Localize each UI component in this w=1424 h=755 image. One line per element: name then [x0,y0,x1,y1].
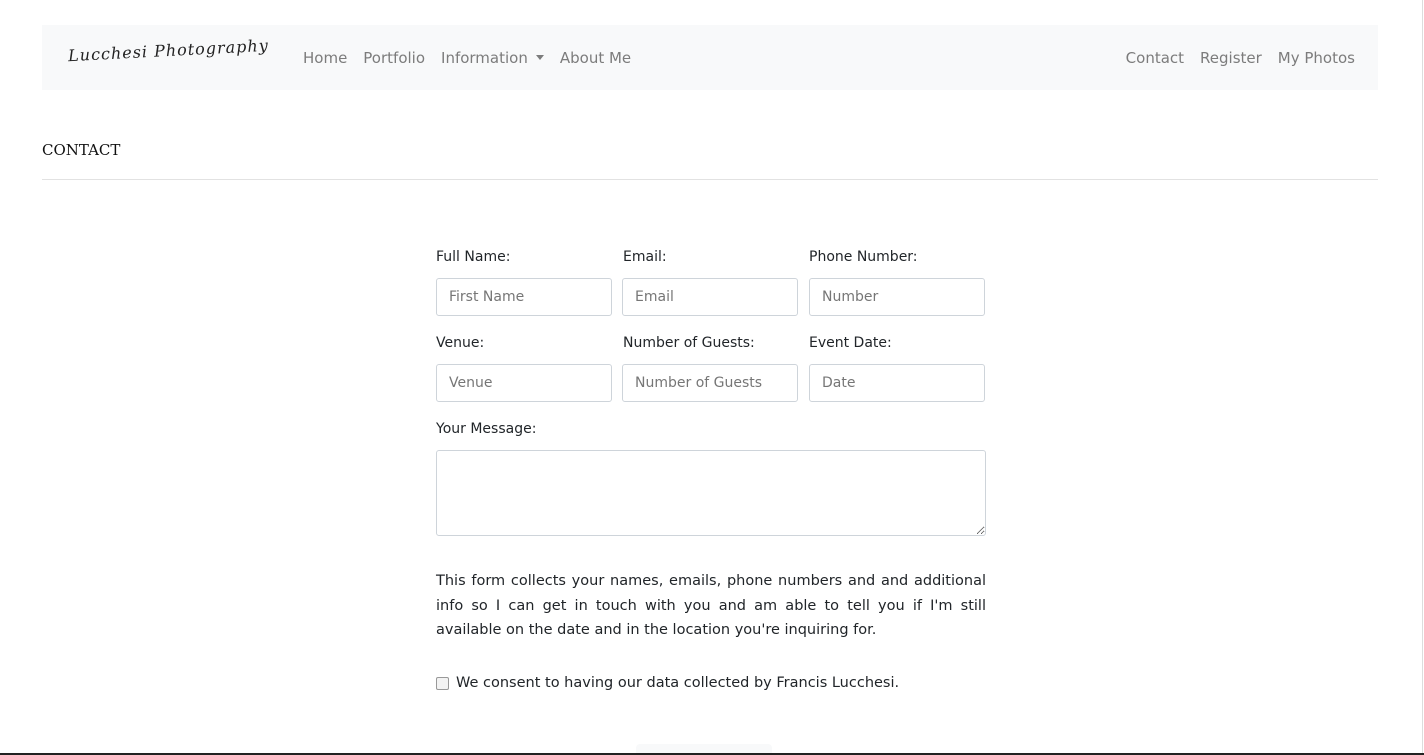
email-label: Email: [623,249,667,265]
nav-my-photos[interactable]: My Photos [1278,49,1355,67]
phone-label: Phone Number: [809,249,918,265]
nav-portfolio[interactable]: Portfolio [363,49,425,67]
message-textarea[interactable] [436,450,986,536]
consent-checkbox[interactable] [436,677,449,690]
nav-home[interactable]: Home [303,49,347,67]
navbar: Lucchesi Photography Home Portfolio Info… [42,25,1378,90]
privacy-notice: This form collects your names, emails, p… [436,573,986,638]
footer-tab [636,744,772,753]
divider [42,179,1378,180]
event-date-label: Event Date: [809,335,892,351]
venue-label: Venue: [436,335,485,351]
message-label: Your Message: [436,421,537,437]
venue-input[interactable] [436,364,612,402]
nav-about-me[interactable]: About Me [560,49,631,67]
nav-information-label: Information [441,49,528,67]
brand-logo[interactable]: Lucchesi Photography [68,36,270,65]
nav-register[interactable]: Register [1200,49,1262,67]
phone-input[interactable] [809,278,985,316]
consent-label[interactable]: We consent to having our data collected … [456,675,899,691]
full-name-label: Full Name: [436,249,511,265]
window-edge [1422,0,1423,755]
caret-down-icon [535,55,544,60]
nav-information-dropdown[interactable]: Information [441,49,544,67]
guests-label: Number of Guests: [623,335,755,351]
event-date-input[interactable] [809,364,985,402]
guests-input[interactable] [622,364,798,402]
page-title: CONTACT [42,141,121,159]
email-input[interactable] [622,278,798,316]
nav-contact[interactable]: Contact [1126,49,1184,67]
first-name-input[interactable] [436,278,612,316]
